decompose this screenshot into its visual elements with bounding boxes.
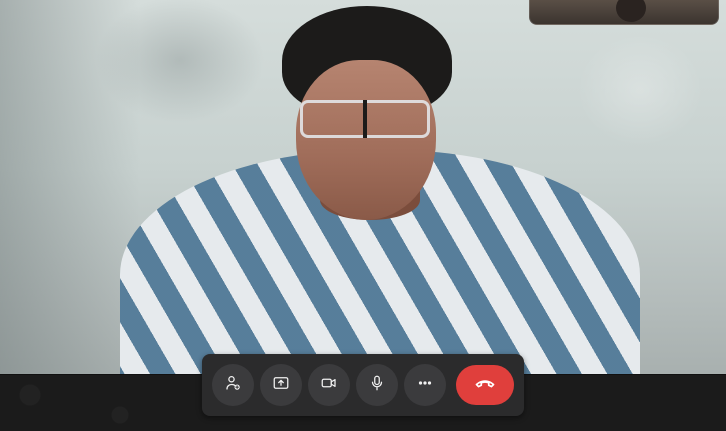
camera-toggle-button[interactable] xyxy=(308,364,350,406)
end-call-button[interactable] xyxy=(456,365,514,405)
more-options-button[interactable] xyxy=(404,364,446,406)
background-wall xyxy=(0,0,140,374)
add-person-icon xyxy=(224,374,242,397)
more-options-icon xyxy=(416,374,434,397)
remote-participant-video xyxy=(0,0,726,374)
hang-up-icon xyxy=(473,371,497,400)
participant-face xyxy=(296,60,436,220)
microphone-toggle-button[interactable] xyxy=(356,364,398,406)
add-participant-button[interactable] xyxy=(212,364,254,406)
self-preview-video[interactable] xyxy=(529,0,719,25)
video-camera-icon xyxy=(320,374,338,397)
self-preview-person xyxy=(616,0,646,22)
participant-glasses xyxy=(300,100,430,138)
video-call-window xyxy=(0,0,726,431)
microphone-icon xyxy=(368,374,386,397)
call-controls xyxy=(202,354,524,416)
share-screen-icon xyxy=(272,374,290,397)
share-screen-button[interactable] xyxy=(260,364,302,406)
